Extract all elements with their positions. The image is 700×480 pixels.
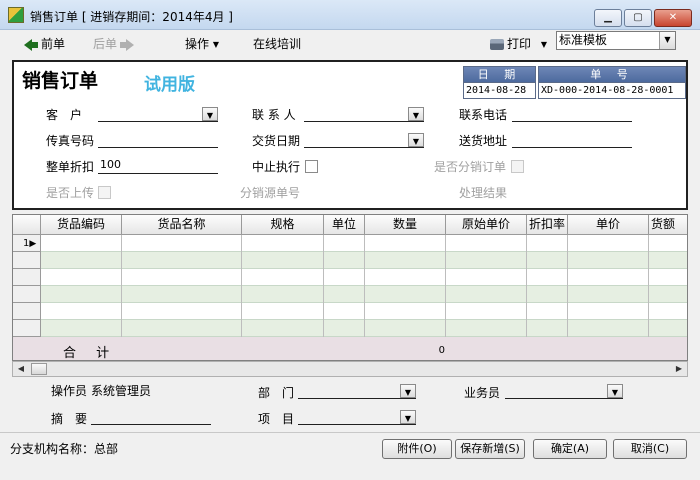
col-header-spec[interactable]: 规格: [242, 215, 324, 235]
summary-label: 摘 要: [51, 412, 88, 426]
discount-input[interactable]: 100: [98, 158, 218, 174]
col-header-code[interactable]: 货品编码: [41, 215, 122, 235]
discount-label: 整单折扣: [46, 160, 95, 174]
row-header[interactable]: [13, 303, 41, 320]
attachment-button[interactable]: 附件(O): [382, 439, 452, 459]
printer-icon: [490, 39, 504, 50]
result-label: 处理结果: [459, 186, 508, 200]
print-button[interactable]: 打印 ▼: [490, 35, 547, 52]
row-header[interactable]: [13, 286, 41, 303]
uploaded-checkbox[interactable]: [98, 186, 111, 199]
scroll-right-icon[interactable]: ▶: [671, 362, 687, 376]
dept-select[interactable]: ▼: [298, 383, 416, 399]
grid-corner: [13, 215, 41, 235]
uploaded-label: 是否上传: [46, 186, 95, 200]
order-number-value[interactable]: XD-000-2014-08-28-0001: [539, 82, 685, 98]
minimize-button[interactable]: ▁: [594, 9, 622, 27]
next-order-button[interactable]: 后单: [93, 35, 135, 52]
address-label: 送货地址: [459, 134, 508, 148]
footer-divider: [0, 432, 700, 433]
table-row[interactable]: [13, 286, 687, 303]
col-header-unit[interactable]: 单位: [324, 215, 365, 235]
phone-input[interactable]: [512, 106, 632, 122]
address-input[interactable]: [512, 132, 632, 148]
trial-badge: 试用版: [144, 75, 195, 95]
save-new-button[interactable]: 保存新增(S): [455, 439, 525, 459]
template-select[interactable]: 标准模板 ▼: [556, 31, 676, 50]
col-header-price[interactable]: 单价: [568, 215, 649, 235]
contact-select[interactable]: ▼: [304, 106, 424, 122]
table-row[interactable]: [13, 235, 687, 252]
total-qty: 0: [438, 345, 445, 356]
customer-select[interactable]: ▼: [98, 106, 218, 122]
cancel-button[interactable]: 取消(C): [613, 439, 687, 459]
dept-label: 部 门: [258, 386, 295, 400]
salesman-label: 业务员: [464, 386, 501, 400]
table-row[interactable]: [13, 320, 687, 337]
date-value[interactable]: 2014-08-28: [464, 82, 535, 98]
row-header[interactable]: [13, 269, 41, 286]
fax-label: 传真号码: [46, 134, 95, 148]
table-row[interactable]: [13, 303, 687, 320]
distribution-label: 是否分销订单: [434, 160, 507, 174]
project-select[interactable]: ▼: [298, 409, 416, 425]
contact-label: 联 系 人: [252, 108, 296, 122]
project-label: 项 目: [258, 412, 295, 426]
arrow-left-icon: [24, 38, 32, 51]
col-header-name[interactable]: 货品名称: [122, 215, 242, 235]
col-header-discount[interactable]: 折扣率: [527, 215, 568, 235]
delivery-date-label: 交货日期: [252, 134, 301, 148]
col-header-orig-price[interactable]: 原始单价: [446, 215, 527, 235]
fax-input[interactable]: [98, 132, 218, 148]
scroll-left-icon[interactable]: ◀: [13, 362, 29, 376]
form-title: 销售订单: [22, 70, 99, 92]
chevron-down-icon: ▼: [408, 107, 424, 121]
caret-down-icon: ▼: [212, 40, 219, 49]
caret-down-icon: ▼: [540, 40, 547, 49]
distribution-checkbox[interactable]: [511, 160, 524, 173]
window-title: 销售订单 [ 进销存期间：2014年4月 ]: [30, 10, 233, 24]
source-number-label: 分销源单号: [240, 186, 301, 200]
table-row[interactable]: [13, 269, 687, 286]
chevron-down-icon: ▼: [607, 384, 623, 398]
maximize-button[interactable]: ▢: [624, 9, 652, 27]
suspend-label: 中止执行: [252, 160, 301, 174]
chevron-down-icon: ▼: [400, 410, 416, 424]
chevron-down-icon: ▼: [202, 107, 218, 121]
operator-value: 系统管理员: [91, 384, 152, 398]
row-header[interactable]: [13, 252, 41, 269]
suspend-checkbox[interactable]: [305, 160, 318, 173]
operations-menu[interactable]: 操作 ▼: [185, 35, 219, 52]
app-icon: [8, 7, 24, 23]
salesman-select[interactable]: ▼: [505, 383, 623, 399]
prev-order-button[interactable]: 前单: [24, 35, 65, 52]
summary-input[interactable]: [91, 409, 211, 425]
title-bar: 销售订单 [ 进销存期间：2014年4月 ] ▁ ▢ ✕: [0, 0, 700, 30]
row-header[interactable]: [13, 320, 41, 337]
horizontal-scrollbar[interactable]: ◀ ▶: [12, 361, 688, 377]
phone-label: 联系电话: [459, 108, 508, 122]
chevron-down-icon: ▼: [408, 133, 424, 147]
arrow-right-icon: [126, 38, 135, 51]
chevron-down-icon: ▼: [659, 32, 675, 49]
number-box: 单 号 XD-000-2014-08-28-0001: [538, 66, 686, 99]
online-training-link[interactable]: 在线培训: [253, 35, 301, 52]
col-header-qty[interactable]: 数量: [365, 215, 446, 235]
scroll-thumb[interactable]: [31, 363, 47, 375]
ok-button[interactable]: 确定(A): [533, 439, 607, 459]
row-header[interactable]: 1▶: [13, 235, 41, 252]
operator-label: 操作员: [51, 384, 88, 398]
total-label: 合 计: [63, 346, 118, 361]
col-header-amount[interactable]: 货额: [649, 215, 687, 235]
table-row[interactable]: [13, 252, 687, 269]
customer-label: 客 户: [46, 108, 83, 122]
date-box: 日 期 2014-08-28: [463, 66, 536, 99]
branch-name: 分支机构名称：总部: [10, 442, 119, 456]
order-header-form: 销售订单 试用版 日 期 2014-08-28 单 号 XD-000-2014-…: [12, 60, 688, 210]
delivery-date-select[interactable]: ▼: [304, 132, 424, 148]
chevron-down-icon: ▼: [400, 384, 416, 398]
close-button[interactable]: ✕: [654, 9, 692, 27]
order-lines-grid: 货品编码 货品名称 规格 单位 数量 原始单价 折扣率 单价 货额 1▶ 合 计…: [12, 214, 688, 361]
